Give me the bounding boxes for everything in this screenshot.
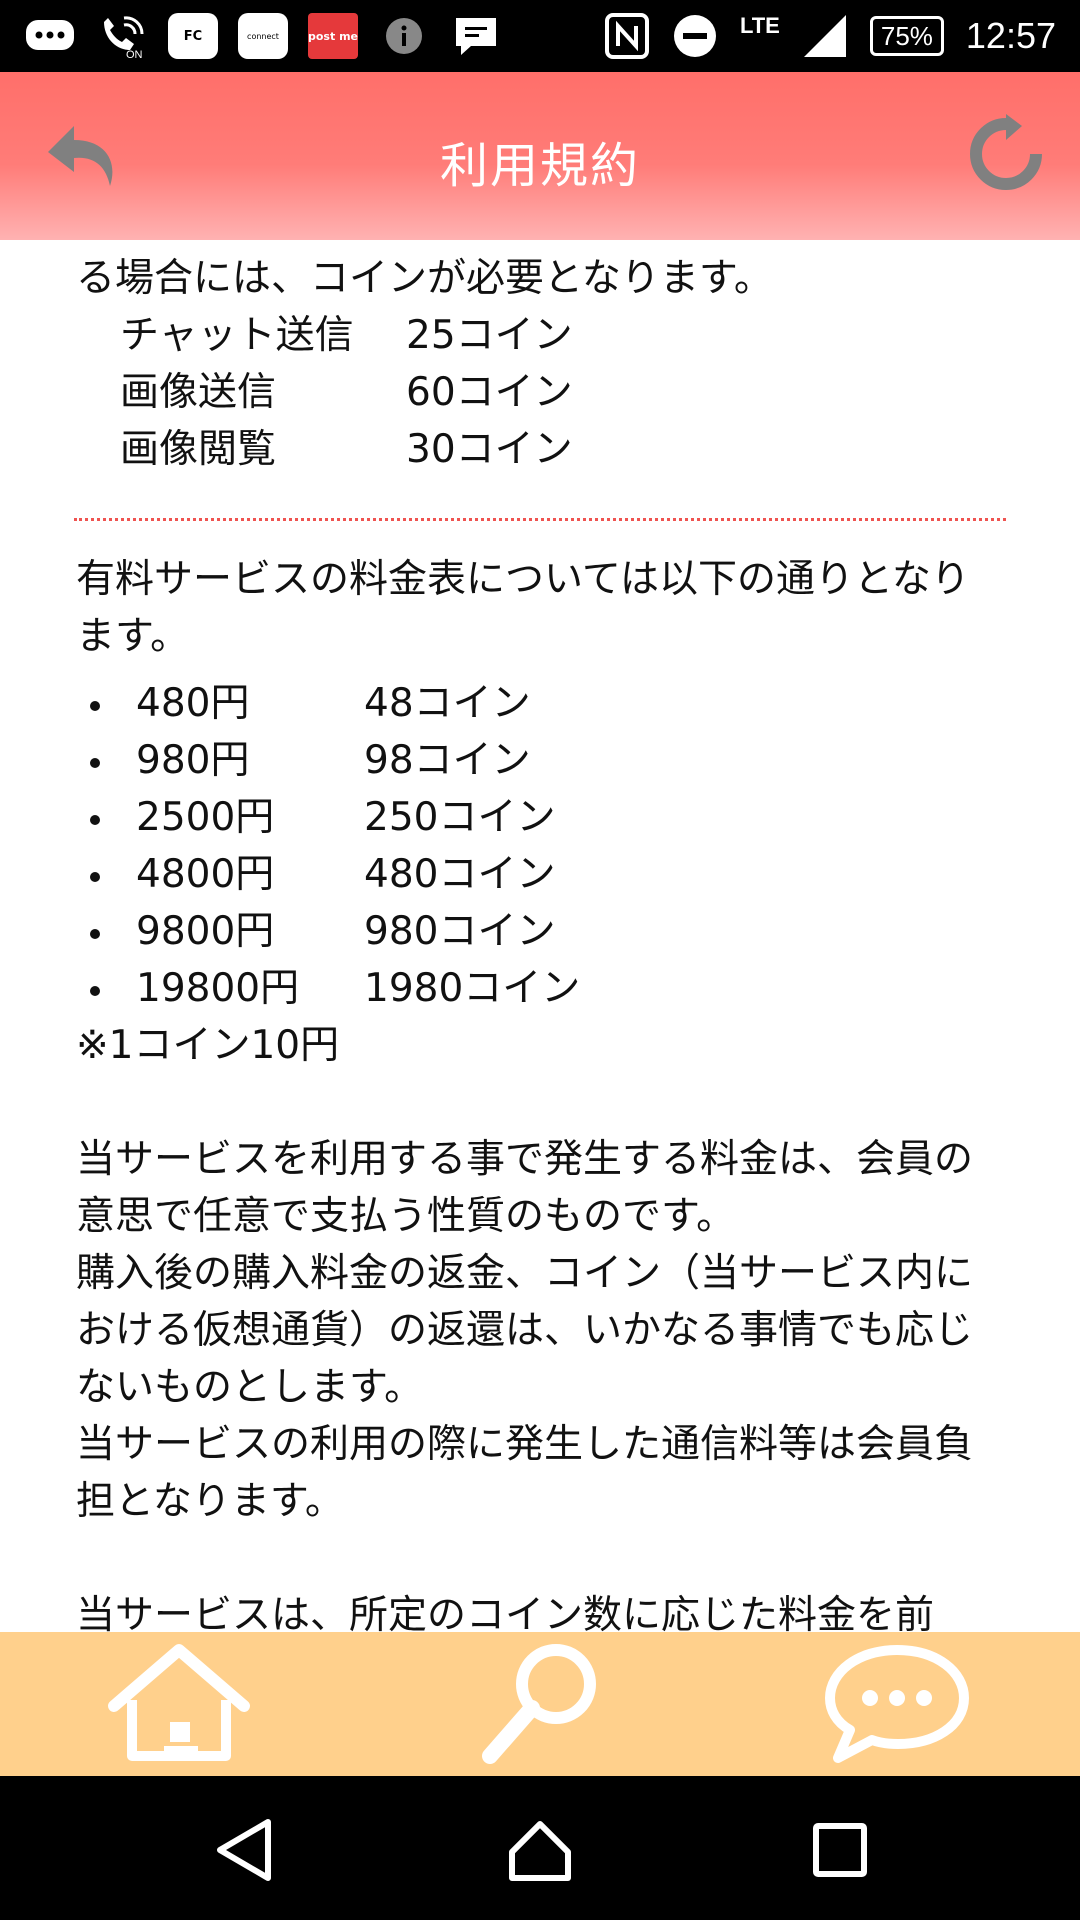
battery-indicator: 75% xyxy=(869,16,944,56)
tab-home[interactable] xyxy=(104,1642,254,1766)
feedback-icon xyxy=(450,12,502,60)
do-not-disturb-icon xyxy=(673,15,716,57)
price-yen: 2500円 xyxy=(136,795,275,840)
usage-cost-row: チャット送信 25コイン xyxy=(76,307,996,364)
price-intro: 有料サービスの料金表については以下の通りとなります。 xyxy=(76,557,970,659)
connect-label: connect xyxy=(247,31,279,41)
price-note: ※1コイン10円 xyxy=(76,1023,340,1068)
tab-chat[interactable] xyxy=(822,1642,972,1766)
refresh-icon xyxy=(970,114,1042,190)
nav-back-button[interactable] xyxy=(206,1812,282,1888)
tab-search[interactable] xyxy=(466,1642,616,1766)
postme-label: post me xyxy=(308,29,358,43)
fc-label: FC xyxy=(183,28,203,44)
usage-cost: 30コイン xyxy=(406,427,573,472)
nav-recents-button[interactable] xyxy=(802,1812,878,1888)
price-list-item: 2500円 250コイン xyxy=(76,789,996,846)
message-icon xyxy=(24,12,76,60)
terms-paragraph: 当サービスを利用する事で発生する料金は、会員の意思で任意で支払う性質のものです。 xyxy=(76,1137,974,1239)
price-list-item: 4800円 480コイン xyxy=(76,846,996,903)
usage-name: チャット送信 xyxy=(120,313,354,358)
terms-paragraph-cutoff: 当サービスは、所定のコイン数に応じた料金を前 xyxy=(76,1593,935,1632)
price-coins: 1980コイン xyxy=(364,966,581,1011)
usage-cost-row: 画像送信 60コイン xyxy=(76,364,996,421)
bottom-tab-bar xyxy=(0,1632,1080,1776)
search-icon xyxy=(482,1644,596,1764)
price-yen: 980円 xyxy=(136,738,250,783)
price-coins: 98コイン xyxy=(364,738,531,783)
fc-app-icon: FC xyxy=(168,13,218,59)
terms-text: る場合には、コインが必要となります。 チャット送信 25コイン 画像送信 60コ… xyxy=(74,250,1006,1632)
terms-content[interactable]: る場合には、コインが必要となります。 チャット送信 25コイン 画像送信 60コ… xyxy=(0,240,1080,1632)
system-nav-bar xyxy=(0,1776,1080,1920)
nav-recents-icon xyxy=(813,1823,867,1877)
postme-app-icon: post me xyxy=(308,13,358,59)
signal-icon xyxy=(803,15,846,57)
price-coins: 480コイン xyxy=(364,852,556,897)
wifi-calling-icon: ON xyxy=(96,12,148,60)
price-list-item: 980円 98コイン xyxy=(76,732,996,789)
nav-back-icon xyxy=(217,1819,271,1881)
price-coins: 250コイン xyxy=(364,795,556,840)
price-yen: 19800円 xyxy=(136,966,300,1011)
section-divider xyxy=(74,518,1006,521)
svg-text:ON: ON xyxy=(126,49,143,60)
system-status: LTE 75% 12:57 xyxy=(604,10,1056,62)
chat-icon xyxy=(825,1645,969,1763)
nav-home-icon xyxy=(509,1821,571,1881)
refresh-button[interactable] xyxy=(966,114,1046,194)
price-yen: 480円 xyxy=(136,681,250,726)
usage-cost: 60コイン xyxy=(406,370,573,415)
network-type: LTE xyxy=(739,13,780,38)
battery-level: 75% xyxy=(880,20,933,51)
nav-home-button[interactable] xyxy=(502,1812,578,1888)
price-coins: 980コイン xyxy=(364,909,556,954)
usage-name: 画像閲覧 xyxy=(120,427,277,472)
price-list-item: 19800円 1980コイン xyxy=(76,960,996,1017)
terms-paragraph: 当サービスの利用の際に発生した通信料等は会員負担となります。 xyxy=(76,1422,974,1524)
price-yen: 9800円 xyxy=(136,909,275,954)
intro-tail: る場合には、コインが必要となります。 xyxy=(76,256,773,301)
home-icon xyxy=(108,1644,250,1761)
page-title: 利用規約 xyxy=(439,138,640,194)
price-list-item: 9800円 980コイン xyxy=(76,903,996,960)
clock: 12:57 xyxy=(965,15,1056,56)
app-header: 利用規約 xyxy=(0,72,1080,240)
usage-cost-row: 画像閲覧 30コイン xyxy=(76,421,996,478)
price-list: 480円 48コイン 980円 98コイン 2500円 250コイン 4800円 480… xyxy=(76,675,996,1017)
price-coins: 48コイン xyxy=(364,681,531,726)
usage-name: 画像送信 xyxy=(120,370,277,415)
terms-paragraph: 購入後の購入料金の返金、コイン（当サービス内における仮想通貨）の返還は、いかなる… xyxy=(76,1251,974,1410)
usage-cost: 25コイン xyxy=(406,313,573,358)
price-yen: 4800円 xyxy=(136,852,275,897)
nfc-icon xyxy=(604,13,649,59)
notification-icons: ON FC connect post me xyxy=(24,12,502,60)
status-bar: ON FC connect post me LTE 75% 12:57 xyxy=(0,0,1080,72)
connect-app-icon: connect xyxy=(238,13,288,59)
info-icon xyxy=(378,12,430,60)
price-list-item: 480円 48コイン xyxy=(76,675,996,732)
